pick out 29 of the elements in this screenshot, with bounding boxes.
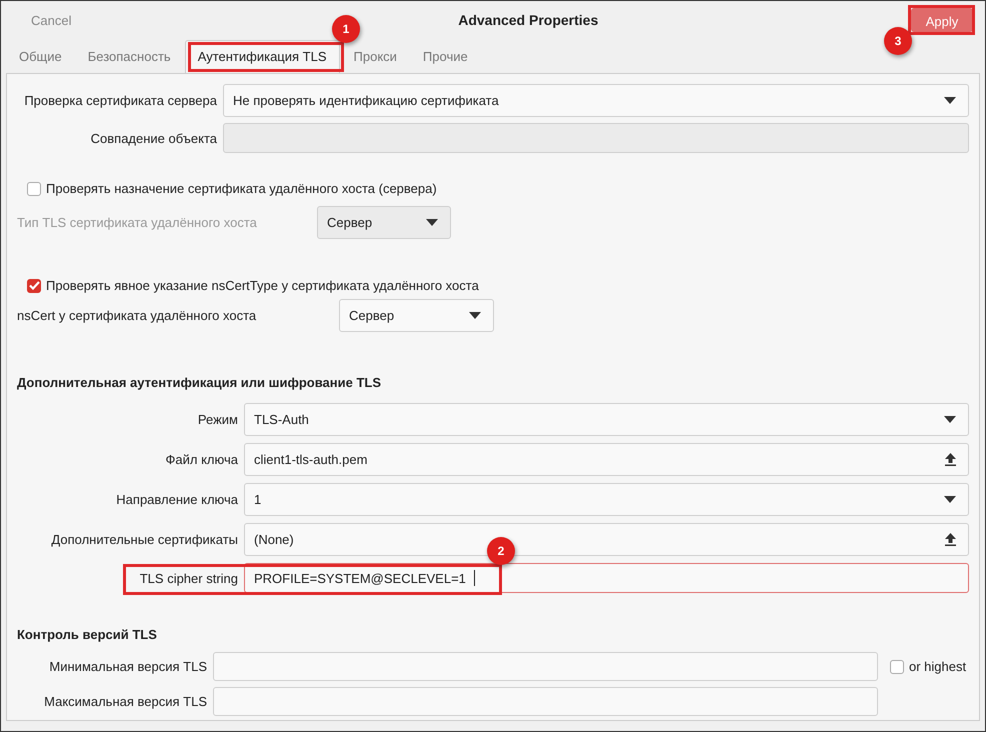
tab[interactable]: Прочие [410,41,480,73]
dropdown[interactable]: TLS-Auth [244,403,969,436]
input-field[interactable]: PROFILE=SYSTEM@SECLEVEL=1 [244,563,969,593]
step-badge: 3 [884,27,912,55]
field-label: Файл ключа [164,452,239,467]
tab[interactable]: Безопасность [76,41,183,73]
field-label: Тип TLS сертификата удалённого хоста [17,215,258,230]
field-label: Минимальная версия TLS [48,659,208,674]
field-label: Направление ключа [115,492,239,507]
field-label: Проверка сертификата сервера [23,93,218,108]
window-title: Advanced Properties [458,12,598,28]
field-label: Режим [196,412,239,427]
dropdown[interactable]: Не проверять идентификацию сертификата [223,84,969,117]
field-label: Дополнительные сертификаты [50,532,239,547]
checkbox-label: Проверять явное указание nsCertType у сертификата удалённого хоста [46,278,479,293]
step-badge: 1 [332,15,360,43]
field-label: nsCert у сертификата удалённого хоста [17,308,258,323]
file-field[interactable]: client1-tls-auth.pem [244,443,969,476]
tab[interactable]: Общие [7,41,74,73]
field-label: TLS cipher string [138,570,239,586]
checkbox-label: or highest [909,659,966,674]
section-heading: Дополнительная аутентификация или шифрование TLS [17,375,382,390]
dropdown[interactable]: 1 [244,483,969,516]
dropdown[interactable]: Сервер [339,299,494,332]
checkbox-label: Проверять назначение сертификата удалённого хоста (сервера) [46,181,437,196]
section-heading: Контроль версий TLS [17,627,158,642]
field-label: Максимальная версия TLS [43,694,208,709]
tab[interactable]: Прокси [342,41,409,73]
field-label: Совпадение объекта [90,130,218,146]
